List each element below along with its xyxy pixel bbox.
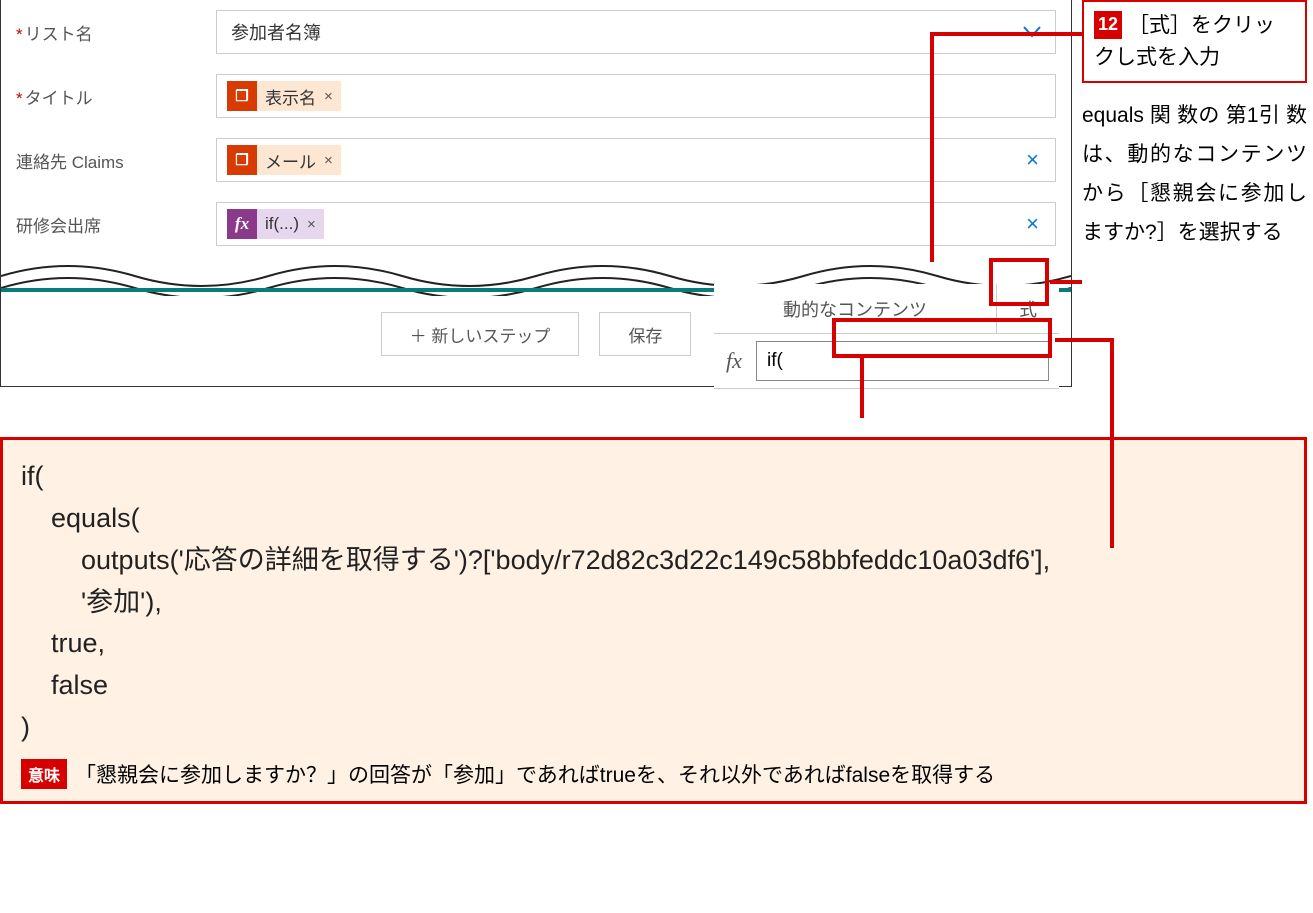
token-text: メール: [257, 148, 324, 173]
token-text: if(...): [257, 214, 307, 234]
line-12-h2: [930, 32, 1050, 36]
callout-step-12: 12［式］をクリックし式を入力: [1082, 0, 1307, 83]
line-equals-h: [1055, 338, 1114, 342]
field-label-text: 連絡先 Claims: [16, 153, 124, 172]
form-row: *リスト名参加者名簿: [1, 0, 1071, 64]
tab-expression[interactable]: 式: [997, 284, 1059, 333]
clear-field-icon[interactable]: ×: [1026, 147, 1045, 173]
fx-icon: fx: [227, 209, 257, 239]
clear-field-icon[interactable]: ×: [1026, 211, 1045, 237]
code-block: if( equals( outputs('応答の詳細を取得する')?['body…: [21, 456, 1286, 749]
field-label: 研修会出席: [16, 212, 216, 237]
token-remove-icon[interactable]: ×: [324, 152, 341, 169]
form-row: 研修会出席fxif(...)××: [1, 192, 1071, 256]
field-label: *タイトル: [16, 84, 216, 109]
tab-dynamic-content[interactable]: 動的なコンテンツ: [714, 284, 997, 333]
step-badge-12: 12: [1094, 11, 1122, 39]
meaning-badge: 意味: [21, 759, 67, 789]
fx-icon: fx: [726, 348, 756, 374]
line-12-h: [1048, 32, 1082, 36]
line-equals-v: [1110, 338, 1114, 548]
expression-panel: 動的なコンテンツ 式 fx: [714, 284, 1059, 389]
meaning-row: 意味 「懇親会に参加しますか？」の回答が「参加」であればtrueを、それ以外であ…: [21, 759, 1286, 789]
dynamic-content-token[interactable]: fxif(...)×: [227, 209, 324, 239]
field-label: *リスト名: [16, 20, 216, 45]
field-label-text: タイトル: [25, 89, 93, 108]
office-icon: ❐: [227, 145, 257, 175]
new-step-button[interactable]: ＋ 新しいステップ: [381, 312, 580, 356]
line-12-h3: [1050, 280, 1082, 284]
line-12-v: [930, 32, 934, 262]
token-remove-icon[interactable]: ×: [324, 88, 341, 105]
field-label-text: 研修会出席: [16, 217, 101, 236]
sidebar-note-equals: equals 関 数の 第1引 数は、動的なコンテンツから［懇親会に参加しますか…: [1082, 97, 1307, 252]
office-icon: ❐: [227, 81, 257, 111]
expression-input-row: fx: [714, 334, 1059, 389]
form-row: 連絡先 Claims❐メール××: [1, 128, 1071, 192]
required-asterisk: *: [16, 89, 23, 108]
form-row: *タイトル ❐表示名×: [1, 64, 1071, 128]
dynamic-content-token[interactable]: ❐表示名×: [227, 81, 341, 111]
form-panel: *リスト名参加者名簿*タイトル❐表示名×連絡先 Claims❐メール××研修会出…: [0, 0, 1072, 387]
field-label-text: リスト名: [25, 25, 93, 44]
meaning-text: 「懇親会に参加しますか？」の回答が「参加」であればtrueを、それ以外であればf…: [75, 759, 995, 789]
token-text: 表示名: [257, 84, 324, 109]
expression-tabs: 動的なコンテンツ 式: [714, 284, 1059, 334]
token-remove-icon[interactable]: ×: [307, 216, 324, 233]
dynamic-content-token[interactable]: ❐メール×: [227, 145, 341, 175]
save-button[interactable]: 保存: [599, 312, 691, 356]
field-label: 連絡先 Claims: [16, 148, 216, 173]
expression-input[interactable]: [756, 341, 1049, 381]
bottom-bar: ＋ 新しいステップ 保存 動的なコンテンツ 式 fx: [1, 288, 1071, 386]
dropdown-value: 参加者名簿: [231, 19, 321, 45]
line-input-v: [860, 358, 864, 418]
right-annotations: 12［式］をクリックし式を入力 equals 関 数の 第1引 数は、動的なコン…: [1082, 0, 1307, 252]
required-asterisk: *: [16, 25, 23, 44]
